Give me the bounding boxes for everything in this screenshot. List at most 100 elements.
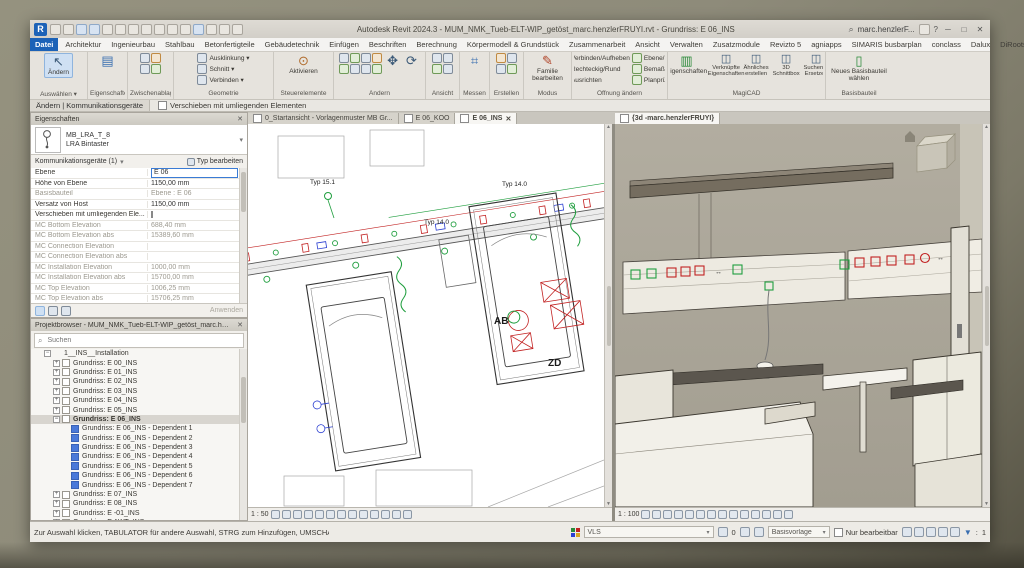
modify-tool-icon[interactable] [350, 53, 360, 63]
hide-analytical-model-icon[interactable] [762, 510, 771, 519]
chevron-down-icon[interactable]: ▾ [239, 136, 243, 144]
type-selector[interactable]: MB_LRA_T_8 LRA Bintaster ▾ [31, 125, 247, 155]
align-icon[interactable] [154, 24, 165, 35]
crop-view-icon[interactable] [696, 510, 705, 519]
notification-icon[interactable] [919, 24, 930, 35]
create-parts-icon[interactable] [496, 64, 506, 74]
modify-tool-icon[interactable] [339, 53, 349, 63]
plan-scale[interactable]: 1 : 50 [251, 511, 269, 518]
editing-requests-icon[interactable] [718, 527, 728, 537]
close-icon[interactable]: ✕ [237, 115, 243, 123]
modify-button[interactable]: ↖ Ändern [44, 53, 73, 78]
temporary-view-properties-icon[interactable] [751, 510, 760, 519]
ribbon-tab-conclass[interactable]: conclass [927, 38, 966, 51]
view-tab-3d[interactable]: {3d -marc.henzlerFRUYI} [615, 113, 720, 124]
show-rendering-icon[interactable] [315, 510, 324, 519]
create-group-icon[interactable] [496, 53, 506, 63]
tree-item[interactable]: +Grundriss: E 05_INS [31, 405, 240, 414]
save-icon[interactable] [76, 24, 87, 35]
property-row[interactable]: EbeneE 06 [31, 168, 240, 179]
property-row[interactable]: MC Installation Elevation1000,00 mm [31, 263, 240, 274]
editable-only-checkbox[interactable] [834, 528, 843, 537]
sort-descending-icon[interactable] [61, 306, 71, 316]
magicad-suchen-ersetzen[interactable]: ◫Suchen & Ersetzen [802, 53, 823, 77]
qat-dropdown-icon[interactable] [232, 24, 243, 35]
shadows-icon[interactable] [304, 510, 313, 519]
text-icon[interactable] [180, 24, 191, 35]
ribbon-tab-einf-gen[interactable]: Einfügen [324, 38, 364, 51]
opening-bema-ung[interactable]: Bemaßung [632, 64, 665, 74]
activate-controls-button[interactable]: ⊙ Aktivieren [286, 53, 321, 76]
tree-item[interactable]: Grundriss: E 06_INS - Dependent 2 [31, 434, 240, 443]
project-browser-header[interactable]: Projektbrowser - MUM_NMK_Tueb-ELT-WIP_ge… [31, 319, 247, 331]
sun-path-icon[interactable] [293, 510, 302, 519]
tree-expander-icon[interactable]: + [53, 378, 60, 385]
property-row[interactable]: MC Connection Elevation abs [31, 252, 240, 263]
ribbon-tab-betonfertigteile[interactable]: Betonfertigteile [200, 38, 260, 51]
ribbon-tab-berechnung[interactable]: Berechnung [411, 38, 461, 51]
tree-expander-icon[interactable]: + [53, 388, 60, 395]
select-underlay-icon[interactable] [914, 527, 924, 537]
search-input[interactable] [45, 336, 240, 345]
section-box-icon[interactable] [784, 510, 793, 519]
measure-button[interactable]: ⌗ [468, 53, 481, 69]
help-icon[interactable]: ? [934, 25, 938, 34]
tree-item[interactable]: +Grundriss: E 02_INS [31, 377, 240, 386]
cut-icon[interactable] [140, 64, 150, 74]
view-tab-e-06-ins[interactable]: E 06_INS✕ [455, 113, 517, 124]
hide-analytical-model-icon[interactable] [392, 510, 401, 519]
plan-drawing[interactable]: Typ 15.1 Typ 14.0 Typ 14.0 AB ZD [248, 124, 604, 507]
ribbon-tab-zusatzmodule[interactable]: Zusatzmodule [708, 38, 765, 51]
tag-icon[interactable] [167, 24, 178, 35]
modify-tool-icon[interactable] [361, 64, 371, 74]
ribbon-tab-geb-udetechnik[interactable]: Gebäudetechnik [260, 38, 325, 51]
reveal-hidden-elements-icon[interactable] [359, 510, 368, 519]
property-row[interactable]: MC Top Elevation1006,25 mm [31, 284, 240, 295]
tree-item[interactable]: Grundriss: E 06_INS - Dependent 1 [31, 424, 240, 433]
property-row[interactable]: Höhe von Ebene1150,00 mm [31, 179, 240, 190]
tree-expander-icon[interactable]: − [53, 416, 60, 423]
tree-item[interactable]: −Grundriss: E 06_INS [31, 415, 240, 424]
close-icon[interactable]: ✕ [237, 321, 243, 329]
tree-item[interactable]: Grundriss: E 06_INS - Dependent 7 [31, 480, 240, 489]
tree-expander-icon[interactable]: + [53, 500, 60, 507]
tree-item[interactable]: +Grundriss: E 00_INS [31, 358, 240, 367]
move-button[interactable]: ✥ [384, 53, 401, 69]
viewport-3d[interactable]: ↔ ↔ [615, 124, 990, 521]
undo-icon[interactable] [102, 24, 113, 35]
close-view-icon[interactable]: ✕ [505, 115, 511, 123]
temporary-hide-isolate-icon[interactable] [718, 510, 727, 519]
tree-expander-icon[interactable]: − [44, 350, 51, 357]
property-row[interactable]: Verschieben mit umliegenden Ele... [31, 210, 240, 221]
tree-expander-icon[interactable]: + [53, 360, 60, 367]
maximize-button[interactable]: □ [958, 23, 970, 35]
modify-tool-icon[interactable] [339, 64, 349, 74]
minimize-button[interactable]: ─ [942, 23, 954, 35]
reveal-constraints-icon[interactable] [773, 510, 782, 519]
tree-expander-icon[interactable]: + [53, 397, 60, 404]
show-rendering-icon[interactable] [685, 510, 694, 519]
ribbon-tab-zusammenarbeit[interactable]: Zusammenarbeit [564, 38, 630, 51]
ribbon-tab-datei[interactable]: Datei [30, 38, 58, 51]
design-options-icon[interactable] [754, 527, 764, 537]
print-icon[interactable] [128, 24, 139, 35]
tree-item[interactable]: Grundriss: E 06_INS - Dependent 6 [31, 471, 240, 480]
properties-button[interactable]: ▤ [98, 53, 116, 69]
ribbon-tab-ansicht[interactable]: Ansicht [630, 38, 665, 51]
temporary-hide-isolate-icon[interactable] [348, 510, 357, 519]
geometry-verbinden[interactable]: Verbinden ▾ [197, 75, 249, 85]
open-icon[interactable] [63, 24, 74, 35]
tree-item[interactable]: Grundriss: E 06_INS - Dependent 3 [31, 443, 240, 452]
detail-level-icon[interactable] [271, 510, 280, 519]
ribbon-tab-simaris-busbarplan[interactable]: SIMARIS busbarplan [847, 38, 927, 51]
ribbon-tab-revizto-5[interactable]: Revizto 5 [765, 38, 806, 51]
tree-item[interactable]: +Grundriss: E 04_INS [31, 396, 240, 405]
unhide-icon[interactable] [443, 64, 453, 74]
move-with-nearby-option[interactable]: Verschieben mit umliegenden Elementen [158, 101, 306, 110]
browser-search[interactable]: ⌕ [34, 333, 244, 348]
show-crop-region-icon[interactable] [707, 510, 716, 519]
properties-scrollbar[interactable] [239, 168, 247, 303]
view-tab-0-startansicht-vorlagenmuster-mb-gr-[interactable]: 0_Startansicht - Vorlagenmuster MB Gr... [248, 113, 399, 124]
tree-item[interactable]: −1__INS__Installation [31, 349, 240, 358]
magicad-3d-schnittbox[interactable]: ◫3D Schnittbox [772, 53, 800, 77]
